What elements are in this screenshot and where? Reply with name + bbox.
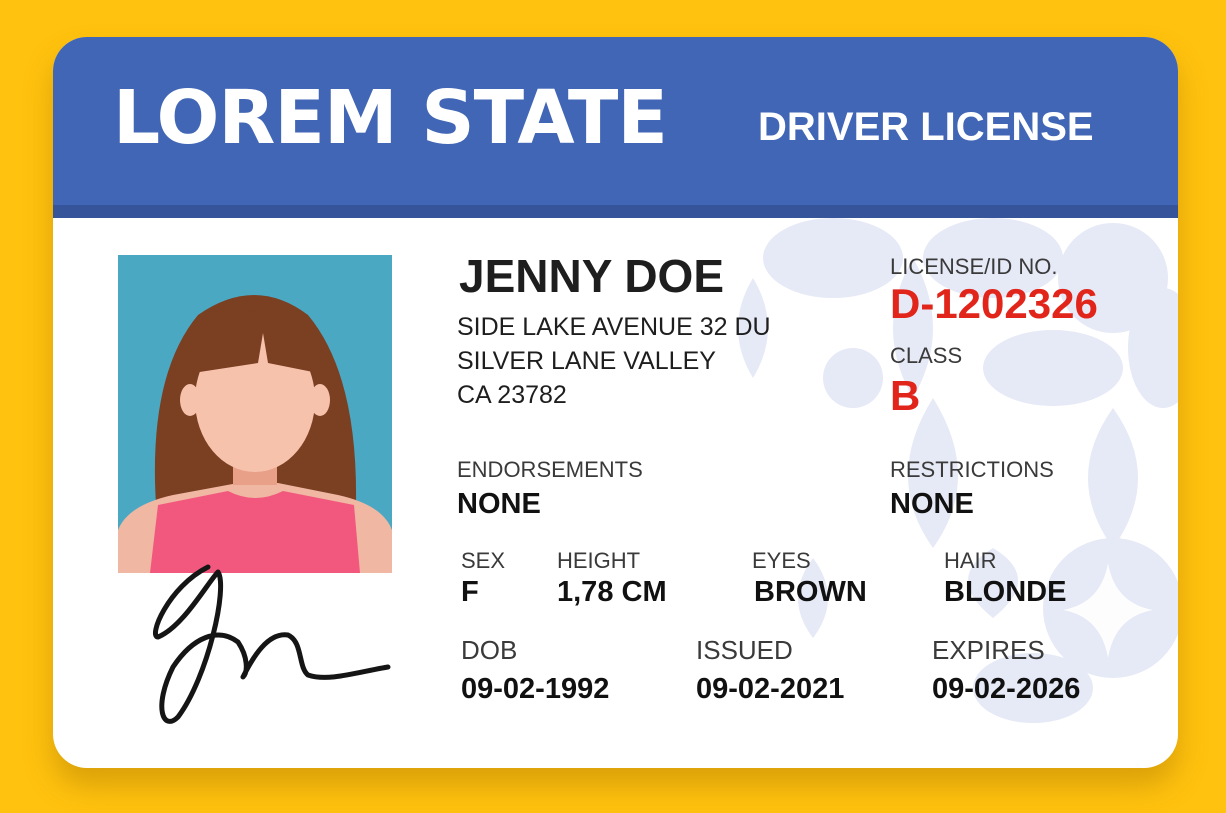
dob-label: DOB (461, 635, 518, 665)
card-header: LOREM STATE DRIVER LICENSE (53, 37, 1178, 218)
license-card: LOREM STATE DRIVER LICENSE JENNY DOE SID… (53, 37, 1178, 768)
hair-label: HAIR (944, 548, 997, 573)
issued-value: 09-02-2021 (696, 673, 845, 705)
license-id-value: D-1202326 (890, 280, 1098, 327)
expires-label: EXPIRES (932, 635, 1045, 665)
eyes-value: BROWN (754, 576, 867, 608)
class-value: B (890, 372, 921, 419)
hair-value: BLONDE (944, 576, 1067, 608)
class-label: CLASS (890, 343, 963, 368)
signature-icon (152, 564, 391, 724)
height-label: HEIGHT (557, 548, 641, 573)
sex-label: SEX (461, 548, 506, 573)
license-id-label: LICENSE/ID NO. (890, 254, 1058, 279)
height-value: 1,78 CM (557, 576, 667, 608)
sex-value: F (461, 576, 479, 608)
portrait-avatar-icon (118, 295, 392, 573)
dob-value: 09-02-1992 (461, 673, 610, 705)
restrictions-label: RESTRICTIONS (890, 457, 1054, 482)
eyes-label: EYES (752, 548, 811, 573)
document-type: DRIVER LICENSE (758, 105, 1094, 149)
address-line-2: SILVER LANE VALLEY (457, 347, 716, 375)
expires-value: 09-02-2026 (932, 673, 1081, 705)
portrait-photo (118, 255, 392, 573)
endorsements-value: NONE (457, 488, 541, 520)
state-name: LOREM STATE (113, 75, 668, 161)
address-line-3: CA 23782 (457, 381, 567, 409)
issued-label: ISSUED (696, 635, 793, 665)
holder-name: JENNY DOE (459, 250, 725, 302)
endorsements-label: ENDORSEMENTS (457, 457, 643, 482)
restrictions-value: NONE (890, 488, 974, 520)
address-line-1: SIDE LAKE AVENUE 32 DU (457, 313, 771, 341)
